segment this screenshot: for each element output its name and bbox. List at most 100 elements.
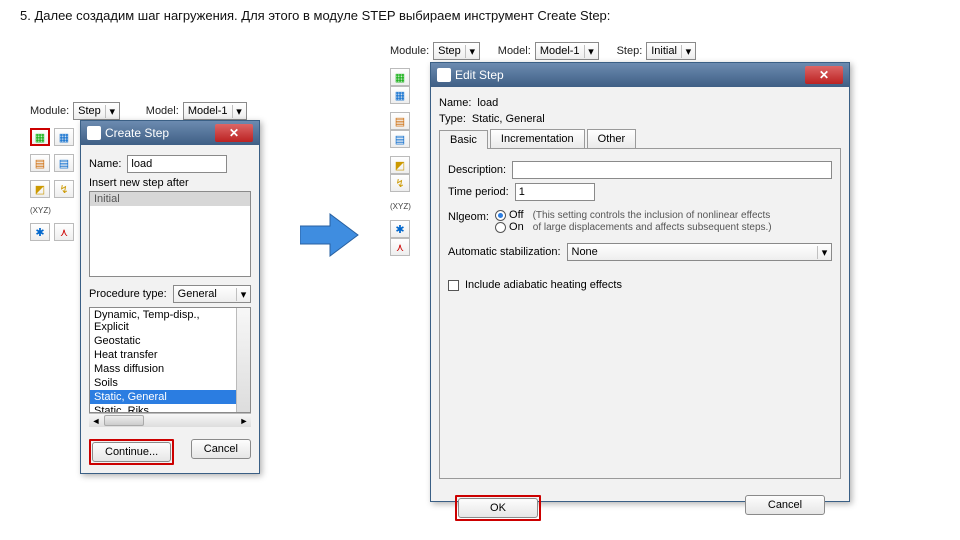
list-item[interactable]: Geostatic <box>90 334 236 348</box>
right-model-label: Model: <box>498 45 531 57</box>
create-step-tool[interactable]: ▦ <box>30 128 50 146</box>
cs-name-input[interactable] <box>127 155 227 173</box>
right-step-label: Step: <box>617 45 643 57</box>
left-model-label: Model: <box>146 105 179 117</box>
left-model-dropdown[interactable]: Model-1 ▾ <box>183 102 247 120</box>
create-step-tool-right[interactable]: ▦ <box>390 68 410 86</box>
list-item[interactable]: Heat transfer <box>90 348 236 362</box>
nlgeom-off-radio[interactable] <box>495 210 506 221</box>
toolbox-icon-g[interactable]: ✱ <box>390 220 410 238</box>
left-module-label: Module: <box>30 105 69 117</box>
es-type-label: Type: <box>439 113 466 125</box>
es-time-label: Time period: <box>448 186 509 198</box>
es-name-value: load <box>477 97 498 109</box>
es-desc-input[interactable] <box>512 161 832 179</box>
close-button[interactable]: ✕ <box>805 66 843 84</box>
es-stab-value: None <box>568 246 818 258</box>
edit-step-title: Edit Step <box>455 68 504 82</box>
left-model-value: Model-1 <box>184 105 232 117</box>
right-step-dropdown[interactable]: Initial ▾ <box>646 42 696 60</box>
scroll-left-icon[interactable]: ◄ <box>89 414 103 427</box>
list-item[interactable]: Mass diffusion <box>90 362 236 376</box>
create-step-title: Create Step <box>105 126 169 140</box>
vertical-scrollbar[interactable] <box>236 308 250 412</box>
dialog-icon <box>437 68 451 82</box>
chevron-down-icon: ▾ <box>584 45 598 58</box>
list-item-selected[interactable]: Static, General <box>90 390 236 404</box>
chevron-down-icon: ▾ <box>681 45 695 58</box>
xyz-axis-icon: (XYZ) <box>30 206 51 215</box>
toolbox-icon-d[interactable]: ⋏ <box>54 223 74 241</box>
tab-other[interactable]: Other <box>587 129 637 148</box>
toolbox-icon-e[interactable]: ◩ <box>390 156 410 174</box>
step-manager-tool-right[interactable]: ▦ <box>390 86 410 104</box>
es-time-input[interactable] <box>515 183 595 201</box>
history-output-tool[interactable]: ▤ <box>54 154 74 172</box>
history-output-tool-right[interactable]: ▤ <box>390 130 410 148</box>
right-module-label: Module: <box>390 45 429 57</box>
chevron-down-icon: ▾ <box>817 246 831 259</box>
list-item[interactable]: Soils <box>90 376 236 390</box>
cs-insert-list[interactable]: Initial <box>89 191 251 277</box>
chevron-down-icon: ▾ <box>232 105 246 118</box>
cancel-button[interactable]: Cancel <box>191 439 251 459</box>
toolbox-icon-b[interactable]: ↯ <box>54 180 74 198</box>
toolbox-icon-c[interactable]: ✱ <box>30 223 50 241</box>
horizontal-scrollbar[interactable]: ◄ ► <box>89 413 251 427</box>
toolbox-icon-a[interactable]: ◩ <box>30 180 50 198</box>
continue-button[interactable]: Continue... <box>92 442 171 462</box>
cs-proc-value: General <box>174 288 236 300</box>
es-name-label: Name: <box>439 97 471 109</box>
page-caption: 5. Далее создадим шаг нагружения. Для эт… <box>20 8 610 23</box>
es-desc-label: Description: <box>448 164 506 176</box>
nlgeom-off-label: Off <box>509 209 523 221</box>
nlgeom-note-2: of large displacements and affects subse… <box>533 222 772 233</box>
chevron-down-icon: ▾ <box>105 105 119 118</box>
es-type-value: Static, General <box>472 113 545 125</box>
cs-proc-label: Procedure type: <box>89 288 167 300</box>
nlgeom-on-radio[interactable] <box>495 222 506 233</box>
right-model-value: Model-1 <box>536 45 584 57</box>
adiabatic-label: Include adiabatic heating effects <box>465 279 622 291</box>
list-item[interactable]: Dynamic, Temp-disp., Explicit <box>90 308 236 334</box>
right-step-value: Initial <box>647 45 681 57</box>
right-module-value: Step <box>434 45 465 57</box>
continue-button-highlight: Continue... <box>89 439 174 465</box>
cs-insert-label: Insert new step after <box>89 177 251 189</box>
es-nlgeom-label: Nlgeom: <box>448 209 489 223</box>
dialog-icon <box>87 126 101 140</box>
close-button[interactable]: ✕ <box>215 124 253 142</box>
tab-incrementation[interactable]: Incrementation <box>490 129 585 148</box>
list-item[interactable]: Static, Riks <box>90 404 236 413</box>
chevron-down-icon: ▾ <box>465 45 479 58</box>
right-model-dropdown[interactable]: Model-1 ▾ <box>535 42 599 60</box>
toolbox-icon-h[interactable]: ⋏ <box>390 238 410 256</box>
list-item[interactable]: Initial <box>90 192 250 206</box>
chevron-down-icon: ▾ <box>236 288 250 301</box>
es-stab-dropdown[interactable]: None ▾ <box>567 243 833 261</box>
es-stab-label: Automatic stabilization: <box>448 246 561 258</box>
toolbox-icon-f[interactable]: ↯ <box>390 174 410 192</box>
nlgeom-note-1: (This setting controls the inclusion of … <box>533 210 771 221</box>
cs-proc-dropdown[interactable]: General ▾ <box>173 285 251 303</box>
ok-button[interactable]: OK <box>458 498 538 518</box>
edit-step-dialog: Edit Step ✕ Name: load Type: Static, Gen… <box>430 62 850 502</box>
left-module-dropdown[interactable]: Step ▾ <box>73 102 120 120</box>
xyz-axis-icon-right: (XYZ) <box>390 202 411 211</box>
create-step-dialog: Create Step ✕ Name: Insert new step afte… <box>80 120 260 474</box>
flow-arrow-icon <box>300 210 360 260</box>
scroll-right-icon[interactable]: ► <box>237 414 251 427</box>
adiabatic-checkbox[interactable] <box>448 280 459 291</box>
scroll-thumb[interactable] <box>104 415 144 426</box>
ok-button-highlight: OK <box>455 495 541 521</box>
cs-proc-list[interactable]: Dynamic, Temp-disp., Explicit Geostatic … <box>89 307 251 413</box>
field-output-tool-right[interactable]: ▤ <box>390 112 410 130</box>
tab-basic[interactable]: Basic <box>439 130 488 149</box>
nlgeom-on-label: On <box>509 221 524 233</box>
right-module-dropdown[interactable]: Step ▾ <box>433 42 480 60</box>
step-manager-tool[interactable]: ▦ <box>54 128 74 146</box>
cancel-button[interactable]: Cancel <box>745 495 825 515</box>
field-output-tool[interactable]: ▤ <box>30 154 50 172</box>
left-module-value: Step <box>74 105 105 117</box>
cs-name-label: Name: <box>89 158 121 170</box>
